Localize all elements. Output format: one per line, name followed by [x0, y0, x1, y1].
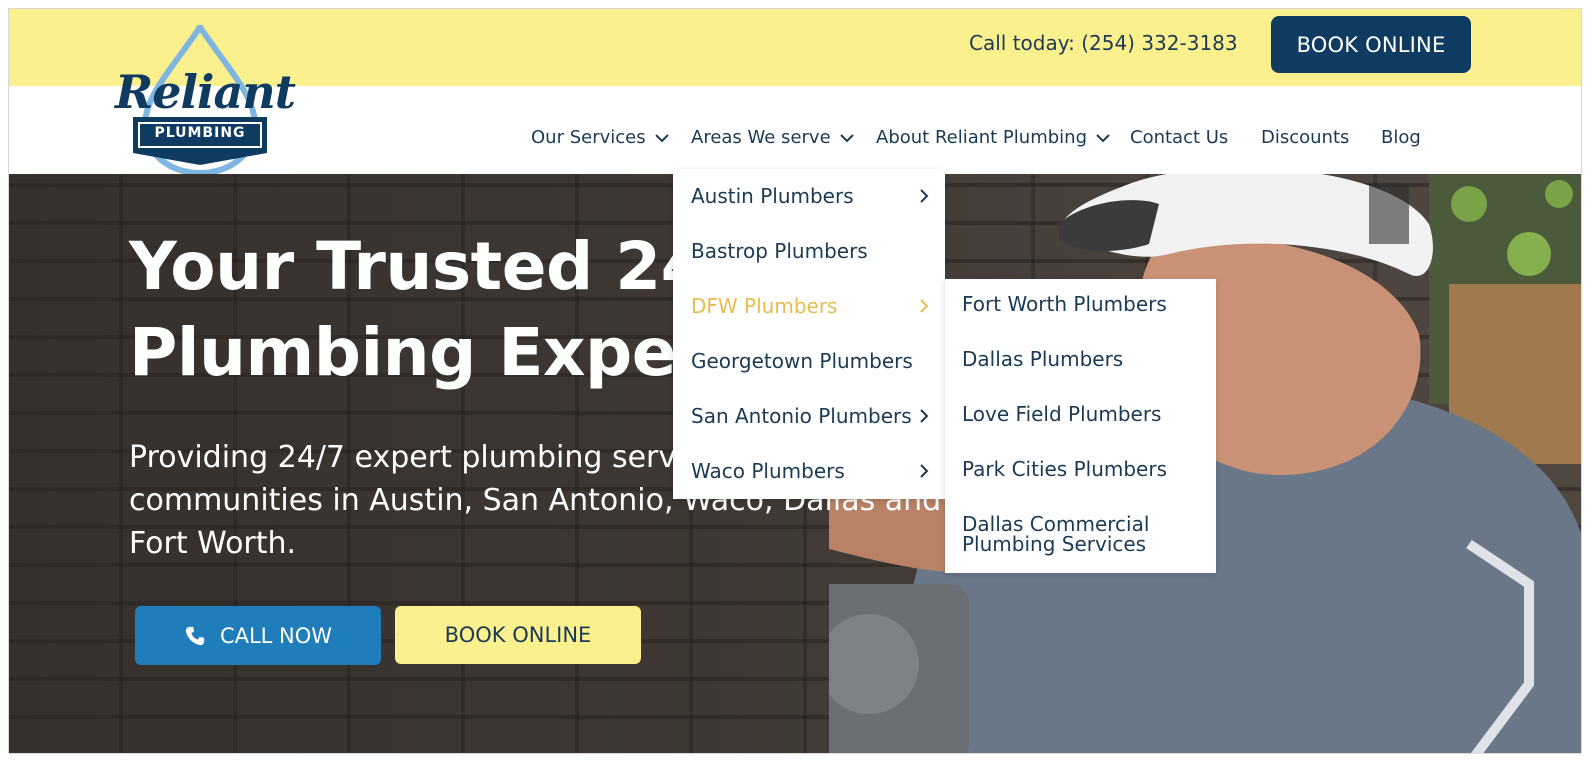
- menu-item-label: DFW Plumbers: [691, 294, 838, 318]
- nav-label: About Reliant Plumbing: [876, 127, 1087, 148]
- menu-item-bastrop[interactable]: Bastrop Plumbers: [691, 239, 931, 263]
- areas-dropdown-menu: Austin Plumbers Bastrop Plumbers DFW Plu…: [673, 169, 945, 499]
- call-now-button[interactable]: CALL NOW: [135, 606, 381, 665]
- call-now-label: CALL NOW: [219, 623, 333, 648]
- nav-blog[interactable]: Blog: [1381, 127, 1421, 148]
- nav-label: Contact Us: [1130, 127, 1229, 148]
- main-nav: Our Services Areas We serve About Relian…: [9, 127, 1581, 157]
- logo-word: Reliant: [115, 65, 296, 119]
- menu-item-label: Waco Plumbers: [691, 459, 845, 483]
- call-today-text[interactable]: Call today: (254) 332-3183: [969, 31, 1238, 55]
- menu-item-label: Bastrop Plumbers: [691, 239, 868, 263]
- menu-item-san-antonio[interactable]: San Antonio Plumbers: [691, 404, 931, 428]
- menu-item-label: Austin Plumbers: [691, 184, 854, 208]
- menu-item-label: Georgetown Plumbers: [691, 349, 913, 373]
- nav-label: Our Services: [531, 127, 646, 148]
- submenu-item-dallas[interactable]: Dallas Plumbers: [962, 349, 1202, 369]
- nav-label: Areas We serve: [691, 127, 831, 148]
- chevron-down-icon: [654, 133, 669, 142]
- book-online-button[interactable]: BOOK ONLINE: [1271, 16, 1471, 73]
- nav-label: Discounts: [1261, 127, 1350, 148]
- submenu-item-fort-worth[interactable]: Fort Worth Plumbers: [962, 294, 1202, 314]
- submenu-item-dallas-commercial[interactable]: Dallas Commercial Plumbing Services: [962, 514, 1202, 554]
- hero-book-online-button[interactable]: BOOK ONLINE: [395, 606, 641, 664]
- menu-item-dfw[interactable]: DFW Plumbers: [691, 294, 931, 318]
- menu-item-georgetown[interactable]: Georgetown Plumbers: [691, 349, 931, 373]
- chevron-right-icon: [920, 189, 929, 203]
- dfw-submenu: Fort Worth Plumbers Dallas Plumbers Love…: [945, 279, 1216, 573]
- menu-item-waco[interactable]: Waco Plumbers: [691, 459, 931, 483]
- nav-contact-us[interactable]: Contact Us: [1130, 127, 1228, 148]
- chevron-down-icon: [1096, 133, 1110, 142]
- chevron-down-icon: [839, 133, 854, 142]
- chevron-right-icon: [920, 464, 929, 478]
- chevron-right-icon: [920, 299, 929, 313]
- page-frame: Call today: (254) 332-3183 BOOK ONLINE R…: [8, 8, 1582, 754]
- menu-item-label: San Antonio Plumbers: [691, 404, 912, 428]
- nav-label: Blog: [1381, 127, 1421, 148]
- nav-about[interactable]: About Reliant Plumbing: [876, 127, 1111, 148]
- phone-icon: [185, 626, 205, 645]
- menu-item-austin[interactable]: Austin Plumbers: [691, 184, 931, 208]
- nav-discounts[interactable]: Discounts: [1261, 127, 1349, 148]
- nav-areas-we-serve[interactable]: Areas We serve: [691, 127, 855, 148]
- submenu-item-love-field[interactable]: Love Field Plumbers: [962, 404, 1202, 424]
- chevron-right-icon: [920, 409, 929, 423]
- submenu-item-park-cities[interactable]: Park Cities Plumbers: [962, 459, 1202, 479]
- nav-our-services[interactable]: Our Services: [531, 127, 670, 148]
